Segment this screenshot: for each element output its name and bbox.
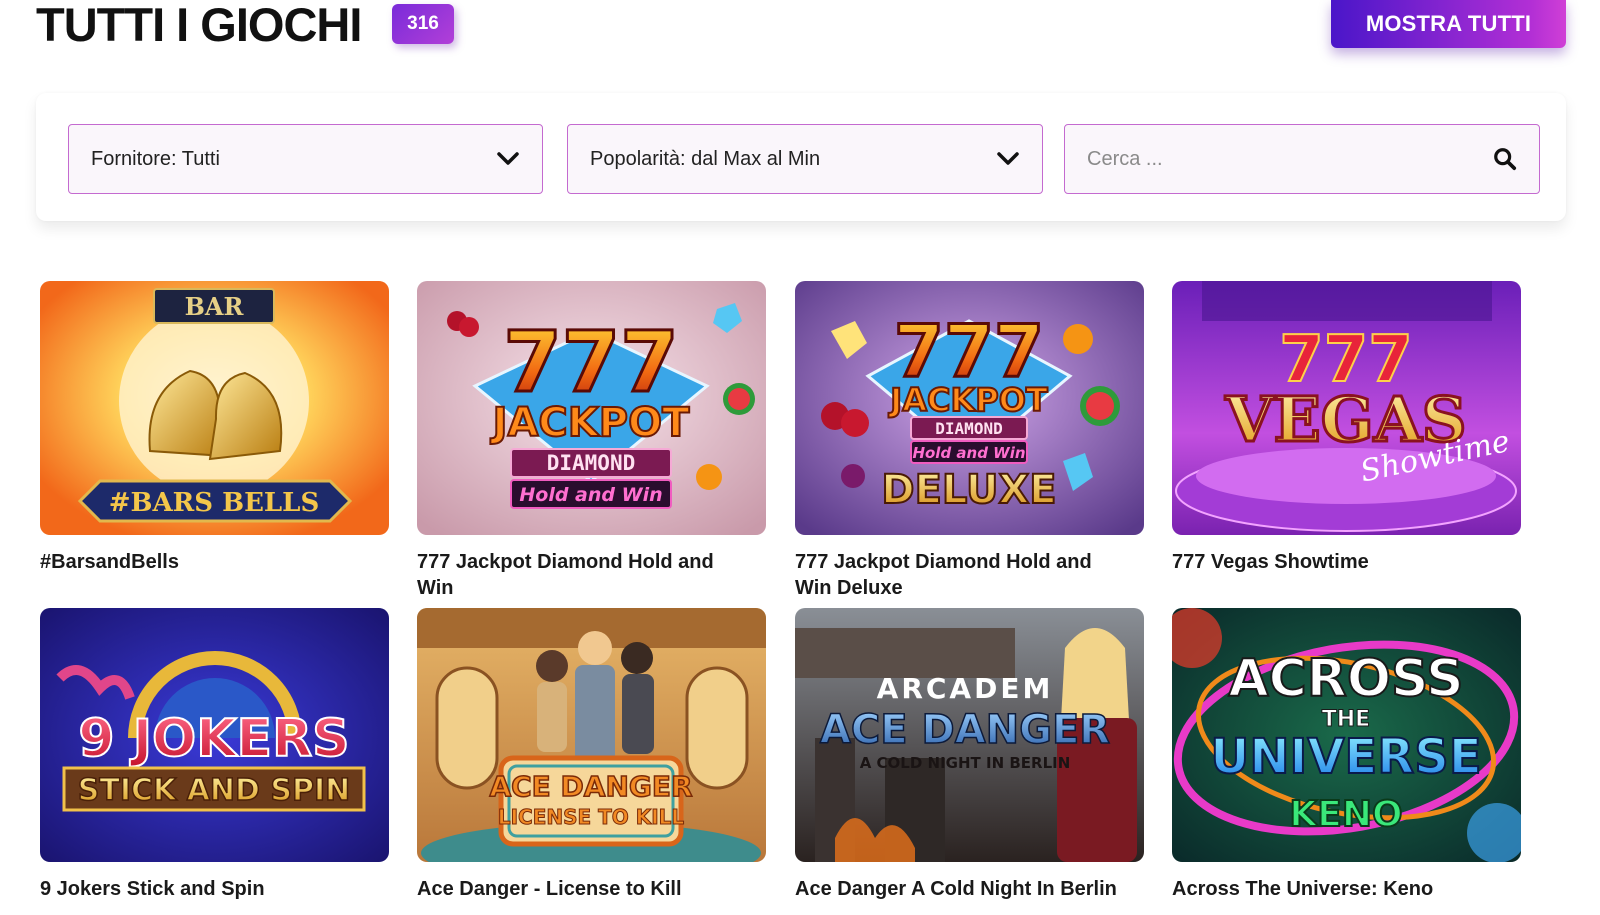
- art-text: DIAMOND: [935, 419, 1002, 438]
- sort-select-label: Popolarità: dal Max al Min: [590, 147, 821, 170]
- chevron-down-icon: [496, 147, 520, 171]
- art-text: 777: [503, 313, 678, 411]
- art-text: BAR: [185, 292, 245, 321]
- game-card[interactable]: ACE DANGER LICENSE TO KILL Ace Danger - …: [417, 608, 766, 902]
- game-title[interactable]: 777 Vegas Showtime: [1172, 549, 1502, 575]
- game-title[interactable]: 777 Jackpot Diamond Hold and Win: [417, 549, 747, 601]
- game-thumbnail[interactable]: 9 JOKERS STICK AND SPIN: [40, 608, 389, 862]
- art-text: STICK AND SPIN: [78, 773, 350, 808]
- game-card[interactable]: 777 VEGAS Showtime 777 Vegas Showtime: [1172, 281, 1521, 575]
- game-thumbnail[interactable]: 777 JACKPOT DIAMOND Hold and Win DELUXE: [795, 281, 1144, 535]
- art-text: KENO: [1289, 794, 1402, 835]
- art-text: UNIVERSE: [1210, 729, 1481, 785]
- art-text: #BARS BELLS: [109, 488, 320, 518]
- game-title[interactable]: Ace Danger - License to Kill: [417, 876, 747, 902]
- art-text: ACROSS: [1228, 649, 1463, 709]
- provider-select-label: Fornitore: Tutti: [91, 147, 220, 170]
- game-thumbnail[interactable]: 777 JACKPOT DIAMOND Hold and Win: [417, 281, 766, 535]
- game-title[interactable]: 777 Jackpot Diamond Hold and Win Deluxe: [795, 549, 1125, 601]
- game-card[interactable]: BAR #BARS BELLS #BarsandBells: [40, 281, 389, 575]
- provider-select[interactable]: Fornitore: Tutti: [68, 124, 543, 194]
- game-thumbnail[interactable]: 777 VEGAS Showtime: [1172, 281, 1521, 535]
- art-text: 9 JOKERS: [78, 709, 349, 769]
- search-field[interactable]: [1064, 124, 1540, 194]
- game-thumbnail[interactable]: ACE DANGER LICENSE TO KILL: [417, 608, 766, 862]
- game-title[interactable]: 9 Jokers Stick and Spin: [40, 876, 370, 902]
- art-text: A COLD NIGHT IN BERLIN: [860, 754, 1071, 772]
- game-title[interactable]: Across The Universe: Keno: [1172, 876, 1502, 902]
- game-card[interactable]: ACROSS THE UNIVERSE KENO Across The Univ…: [1172, 608, 1521, 902]
- sort-select[interactable]: Popolarità: dal Max al Min: [567, 124, 1043, 194]
- game-title[interactable]: #BarsandBells: [40, 549, 370, 575]
- art-text: JACKPOT: [888, 381, 1048, 419]
- game-thumbnail[interactable]: ACROSS THE UNIVERSE KENO: [1172, 608, 1521, 862]
- art-text: ACE DANGER: [820, 707, 1110, 753]
- page-title: TUTTI I GIOCHI: [36, 0, 362, 51]
- section-header: TUTTI I GIOCHI 316 MOSTRA TUTTI: [36, 0, 1566, 60]
- art-text: Hold and Win: [519, 484, 662, 506]
- art-text: Hold and Win: [912, 444, 1025, 462]
- art-text: DELUXE: [881, 467, 1056, 513]
- chevron-down-icon: [996, 147, 1020, 171]
- game-card[interactable]: 777 JACKPOT DIAMOND Hold and Win 777 Jac…: [417, 281, 766, 601]
- art-text: DIAMOND: [547, 451, 636, 475]
- game-card[interactable]: ARCADEM ACE DANGER A COLD NIGHT IN BERLI…: [795, 608, 1144, 902]
- art-text: ARCADEM: [877, 672, 1054, 705]
- game-card[interactable]: 777 JACKPOT DIAMOND Hold and Win DELUXE …: [795, 281, 1144, 601]
- game-card[interactable]: 9 JOKERS STICK AND SPIN 9 Jokers Stick a…: [40, 608, 389, 902]
- art-text: ACE DANGER: [489, 770, 692, 803]
- game-thumbnail[interactable]: BAR #BARS BELLS: [40, 281, 389, 535]
- search-input[interactable]: [1087, 147, 1493, 171]
- filter-panel: Fornitore: Tutti Popolarità: dal Max al …: [36, 93, 1566, 221]
- art-text: JACKPOT: [490, 400, 691, 446]
- games-count-badge: 316: [392, 4, 454, 44]
- art-text: LICENSE TO KILL: [498, 805, 685, 829]
- game-thumbnail[interactable]: ARCADEM ACE DANGER A COLD NIGHT IN BERLI…: [795, 608, 1144, 862]
- game-title[interactable]: Ace Danger A Cold Night In Berlin: [795, 876, 1125, 902]
- show-all-button[interactable]: MOSTRA TUTTI: [1331, 0, 1566, 48]
- search-icon[interactable]: [1493, 147, 1517, 171]
